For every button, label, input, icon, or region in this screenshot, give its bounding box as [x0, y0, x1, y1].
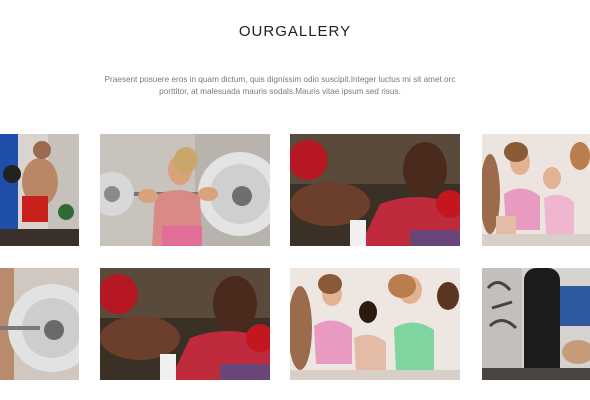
gallery-item-boxer-gloves-2[interactable] — [100, 268, 270, 380]
gallery-item-barbell-plate[interactable] — [0, 268, 79, 380]
gallery-item-spin-class[interactable] — [482, 134, 590, 246]
spin-class-women-photo — [482, 134, 590, 246]
gallery-item-punching-bag-graffiti[interactable] — [482, 268, 590, 380]
boxer-gloves-photo — [290, 134, 460, 246]
gallery-item-spin-class-2[interactable] — [290, 268, 460, 380]
gallery-item-boxer-punching-bag[interactable] — [0, 134, 79, 246]
boxer-gloves-photo — [100, 268, 270, 380]
section-description: Praesent posuere eros in quam dictum, qu… — [104, 75, 456, 96]
spin-class-women-photo — [290, 268, 460, 380]
barbell-plate-photo — [0, 268, 79, 380]
punching-bag-graffiti-photo — [482, 268, 590, 380]
gallery-item-woman-barbell[interactable] — [100, 134, 270, 246]
boxer-punching-bag-photo — [0, 134, 79, 246]
section-title: OURGALLERY — [238, 23, 352, 40]
gallery-item-boxer-gloves[interactable] — [290, 134, 460, 246]
woman-lifting-barbell-photo — [100, 134, 270, 246]
